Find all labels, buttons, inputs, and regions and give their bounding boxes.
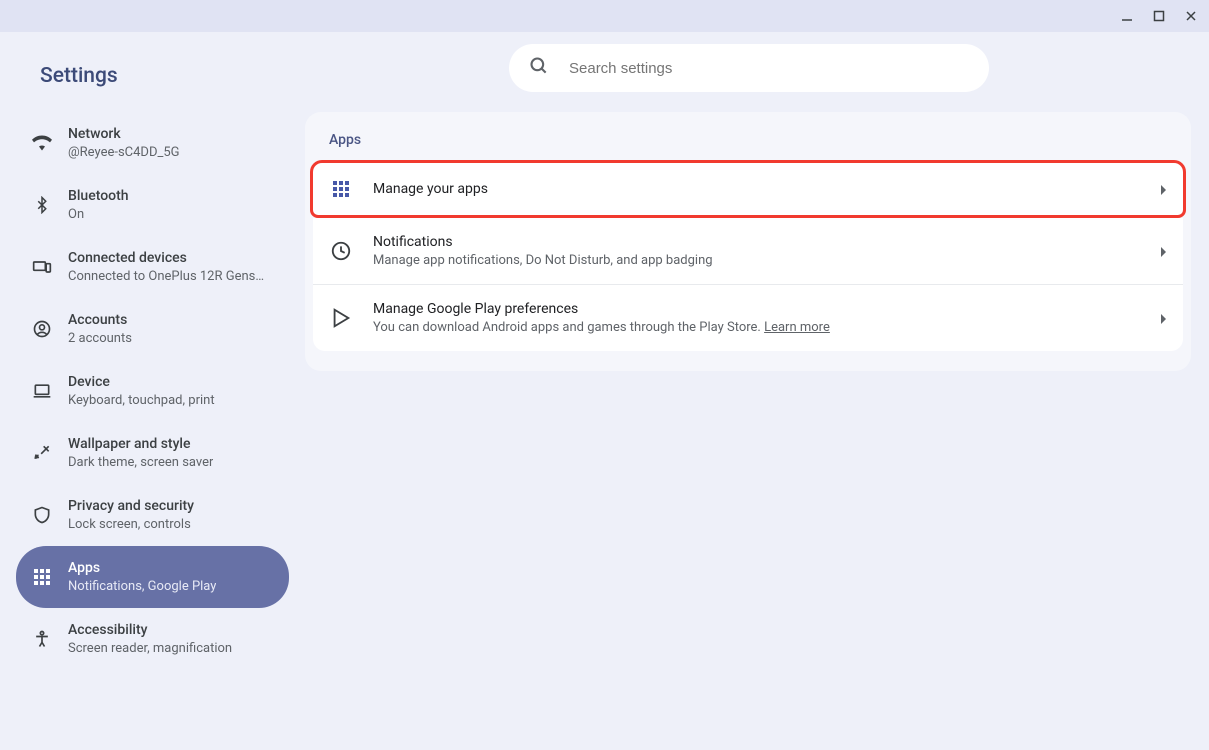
devices-icon xyxy=(32,257,52,277)
sidebar-item-bluetooth[interactable]: Bluetooth On xyxy=(16,174,289,236)
nav-subtitle: Keyboard, touchpad, print xyxy=(68,392,215,410)
sidebar-item-privacy[interactable]: Privacy and security Lock screen, contro… xyxy=(16,484,289,546)
nav-title: Device xyxy=(68,372,215,392)
bluetooth-icon xyxy=(32,195,52,215)
nav-subtitle: 2 accounts xyxy=(68,330,132,348)
sidebar-item-apps[interactable]: Apps Notifications, Google Play xyxy=(16,546,289,608)
section-title: Apps xyxy=(313,132,1183,160)
chevron-right-icon xyxy=(1159,180,1167,199)
nav-title: Network xyxy=(68,124,180,144)
apps-grid-icon xyxy=(32,567,52,587)
search-icon xyxy=(529,56,549,80)
nav-title: Connected devices xyxy=(68,248,264,268)
accessibility-icon xyxy=(32,629,52,649)
nav-subtitle: Lock screen, controls xyxy=(68,516,194,534)
row-notifications[interactable]: Notifications Manage app notifications, … xyxy=(313,218,1183,285)
apps-grid-icon xyxy=(329,177,353,201)
row-subtitle: You can download Android apps and games … xyxy=(373,319,1139,337)
nav-subtitle: Dark theme, screen saver xyxy=(68,454,213,472)
nav-subtitle: Notifications, Google Play xyxy=(68,578,216,596)
nav-subtitle: Screen reader, magnification xyxy=(68,640,232,658)
sidebar-item-network[interactable]: Network @Reyee-sC4DD_5G xyxy=(16,112,289,174)
sidebar-item-connected-devices[interactable]: Connected devices Connected to OnePlus 1… xyxy=(16,236,289,298)
row-title: Manage Google Play preferences xyxy=(373,299,1139,319)
maximize-button[interactable] xyxy=(1149,6,1169,26)
nav-subtitle: Connected to OnePlus 12R Gens… xyxy=(68,268,264,286)
minimize-button[interactable] xyxy=(1117,6,1137,26)
do-not-disturb-icon xyxy=(329,239,353,263)
google-play-icon xyxy=(329,306,353,330)
nav-title: Privacy and security xyxy=(68,496,194,516)
row-title: Notifications xyxy=(373,232,1139,252)
search-box[interactable] xyxy=(509,44,989,92)
nav-title: Accessibility xyxy=(68,620,232,640)
nav-title: Bluetooth xyxy=(68,186,129,206)
row-title: Manage your apps xyxy=(373,179,1139,199)
row-subtitle: Manage app notifications, Do Not Disturb… xyxy=(373,252,1139,270)
wifi-icon xyxy=(32,133,52,153)
chevron-right-icon xyxy=(1159,309,1167,328)
sidebar-item-accessibility[interactable]: Accessibility Screen reader, magnificati… xyxy=(16,608,289,670)
sidebar-item-accounts[interactable]: Accounts 2 accounts xyxy=(16,298,289,360)
row-subtitle-text: You can download Android apps and games … xyxy=(373,320,764,335)
account-icon xyxy=(32,319,52,339)
row-google-play[interactable]: Manage Google Play preferences You can d… xyxy=(313,285,1183,351)
chevron-right-icon xyxy=(1159,242,1167,261)
nav-title: Wallpaper and style xyxy=(68,434,213,454)
brush-icon xyxy=(32,443,52,463)
sidebar-item-wallpaper[interactable]: Wallpaper and style Dark theme, screen s… xyxy=(16,422,289,484)
close-button[interactable] xyxy=(1181,6,1201,26)
search-input[interactable] xyxy=(569,60,969,77)
sidebar-item-device[interactable]: Device Keyboard, touchpad, print xyxy=(16,360,289,422)
nav-subtitle: On xyxy=(68,206,129,224)
learn-more-link[interactable]: Learn more xyxy=(764,320,830,335)
row-manage-apps[interactable]: Manage your apps xyxy=(310,160,1186,218)
nav-title: Apps xyxy=(68,558,216,578)
app-title: Settings xyxy=(16,56,289,112)
nav-title: Accounts xyxy=(68,310,132,330)
shield-icon xyxy=(32,505,52,525)
nav-subtitle: @Reyee-sC4DD_5G xyxy=(68,144,180,162)
laptop-icon xyxy=(32,381,52,401)
